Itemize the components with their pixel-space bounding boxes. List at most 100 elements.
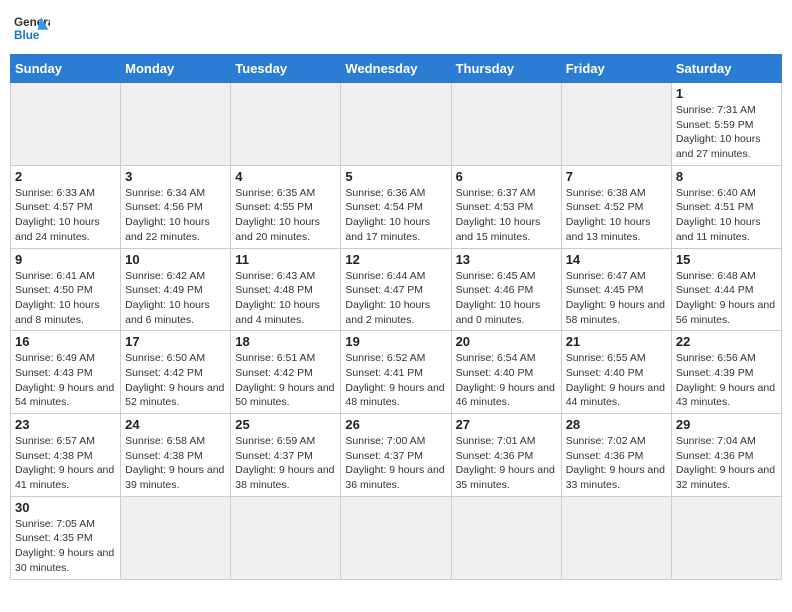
day-info: Sunrise: 7:05 AM Sunset: 4:35 PM Dayligh… <box>15 517 116 576</box>
calendar-day-cell: 5 Sunrise: 6:36 AM Sunset: 4:54 PM Daylig… <box>341 165 451 248</box>
day-info: Sunrise: 6:43 AM Sunset: 4:48 PM Dayligh… <box>235 269 336 328</box>
day-of-week-header: Saturday <box>671 55 781 83</box>
day-number: 16 <box>15 334 116 349</box>
calendar-day-cell: 11Sunrise: 6:43 AM Sunset: 4:48 PM Dayli… <box>231 248 341 331</box>
day-number: 7 <box>566 169 667 184</box>
logo: General Blue <box>14 10 50 46</box>
day-number: 2 <box>15 169 116 184</box>
calendar-week-row: 9 Sunrise: 6:41 AM Sunset: 4:50 PM Daylig… <box>11 248 782 331</box>
calendar-day-cell: 22Sunrise: 6:56 AM Sunset: 4:39 PM Dayli… <box>671 331 781 414</box>
calendar-day-cell: 26 Sunrise: 7:00 AM Sunset: 4:37 PM Dayli… <box>341 414 451 497</box>
day-info: Sunrise: 6:55 AM Sunset: 4:40 PM Dayligh… <box>566 351 667 410</box>
calendar-day-cell: 14 Sunrise: 6:47 AM Sunset: 4:45 PM Dayli… <box>561 248 671 331</box>
day-info: Sunrise: 7:04 AM Sunset: 4:36 PM Dayligh… <box>676 434 777 493</box>
day-of-week-header: Monday <box>121 55 231 83</box>
day-number: 3 <box>125 169 226 184</box>
day-info: Sunrise: 7:31 AM Sunset: 5:59 PM Dayligh… <box>676 103 777 162</box>
day-number: 21 <box>566 334 667 349</box>
day-info: Sunrise: 7:00 AM Sunset: 4:37 PM Dayligh… <box>345 434 446 493</box>
day-number: 18 <box>235 334 336 349</box>
day-number: 17 <box>125 334 226 349</box>
day-of-week-header: Tuesday <box>231 55 341 83</box>
calendar-day-cell: 20Sunrise: 6:54 AM Sunset: 4:40 PM Dayli… <box>451 331 561 414</box>
day-number: 1 <box>676 86 777 101</box>
day-number: 26 <box>345 417 446 432</box>
day-number: 30 <box>15 500 116 515</box>
calendar-day-cell: 30 Sunrise: 7:05 AM Sunset: 4:35 PM Dayli… <box>11 496 121 579</box>
calendar-day-cell: 12 Sunrise: 6:44 AM Sunset: 4:47 PM Dayli… <box>341 248 451 331</box>
calendar-day-cell <box>561 496 671 579</box>
day-info: Sunrise: 6:52 AM Sunset: 4:41 PM Dayligh… <box>345 351 446 410</box>
day-of-week-header: Wednesday <box>341 55 451 83</box>
day-info: Sunrise: 6:48 AM Sunset: 4:44 PM Dayligh… <box>676 269 777 328</box>
day-info: Sunrise: 6:40 AM Sunset: 4:51 PM Dayligh… <box>676 186 777 245</box>
day-number: 4 <box>235 169 336 184</box>
calendar-day-cell <box>121 83 231 166</box>
calendar-day-cell: 9 Sunrise: 6:41 AM Sunset: 4:50 PM Daylig… <box>11 248 121 331</box>
calendar-day-cell: 8 Sunrise: 6:40 AM Sunset: 4:51 PM Daylig… <box>671 165 781 248</box>
day-of-week-header: Friday <box>561 55 671 83</box>
calendar-day-cell: 19 Sunrise: 6:52 AM Sunset: 4:41 PM Dayli… <box>341 331 451 414</box>
day-number: 23 <box>15 417 116 432</box>
day-number: 5 <box>345 169 446 184</box>
day-info: Sunrise: 6:45 AM Sunset: 4:46 PM Dayligh… <box>456 269 557 328</box>
calendar-day-cell <box>231 496 341 579</box>
calendar-day-cell <box>121 496 231 579</box>
calendar-day-cell <box>671 496 781 579</box>
day-number: 9 <box>15 252 116 267</box>
calendar-day-cell: 6Sunrise: 6:37 AM Sunset: 4:53 PM Daylig… <box>451 165 561 248</box>
calendar-day-cell <box>341 496 451 579</box>
calendar-day-cell: 15 Sunrise: 6:48 AM Sunset: 4:44 PM Dayli… <box>671 248 781 331</box>
calendar-day-cell: 3 Sunrise: 6:34 AM Sunset: 4:56 PM Daylig… <box>121 165 231 248</box>
calendar-day-cell <box>451 83 561 166</box>
day-info: Sunrise: 6:59 AM Sunset: 4:37 PM Dayligh… <box>235 434 336 493</box>
calendar-day-cell <box>451 496 561 579</box>
day-info: Sunrise: 7:02 AM Sunset: 4:36 PM Dayligh… <box>566 434 667 493</box>
day-number: 22 <box>676 334 777 349</box>
day-info: Sunrise: 6:49 AM Sunset: 4:43 PM Dayligh… <box>15 351 116 410</box>
calendar-week-row: 30 Sunrise: 7:05 AM Sunset: 4:35 PM Dayli… <box>11 496 782 579</box>
svg-text:Blue: Blue <box>14 29 40 42</box>
day-number: 8 <box>676 169 777 184</box>
calendar-day-cell: 28Sunrise: 7:02 AM Sunset: 4:36 PM Dayli… <box>561 414 671 497</box>
day-info: Sunrise: 6:47 AM Sunset: 4:45 PM Dayligh… <box>566 269 667 328</box>
calendar-week-row: 23 Sunrise: 6:57 AM Sunset: 4:38 PM Dayli… <box>11 414 782 497</box>
day-info: Sunrise: 6:36 AM Sunset: 4:54 PM Dayligh… <box>345 186 446 245</box>
calendar-day-cell: 29 Sunrise: 7:04 AM Sunset: 4:36 PM Dayli… <box>671 414 781 497</box>
calendar-day-cell <box>341 83 451 166</box>
day-info: Sunrise: 6:51 AM Sunset: 4:42 PM Dayligh… <box>235 351 336 410</box>
calendar-day-cell: 16 Sunrise: 6:49 AM Sunset: 4:43 PM Dayli… <box>11 331 121 414</box>
calendar-day-cell: 13 Sunrise: 6:45 AM Sunset: 4:46 PM Dayli… <box>451 248 561 331</box>
calendar-day-cell: 1 Sunrise: 7:31 AM Sunset: 5:59 PM Daylig… <box>671 83 781 166</box>
day-of-week-header: Sunday <box>11 55 121 83</box>
day-number: 10 <box>125 252 226 267</box>
day-number: 14 <box>566 252 667 267</box>
day-info: Sunrise: 6:42 AM Sunset: 4:49 PM Dayligh… <box>125 269 226 328</box>
day-info: Sunrise: 6:34 AM Sunset: 4:56 PM Dayligh… <box>125 186 226 245</box>
calendar-day-cell: 2 Sunrise: 6:33 AM Sunset: 4:57 PM Daylig… <box>11 165 121 248</box>
day-number: 29 <box>676 417 777 432</box>
calendar-week-row: 16 Sunrise: 6:49 AM Sunset: 4:43 PM Dayli… <box>11 331 782 414</box>
calendar-day-cell: 24Sunrise: 6:58 AM Sunset: 4:38 PM Dayli… <box>121 414 231 497</box>
day-of-week-header: Thursday <box>451 55 561 83</box>
day-number: 27 <box>456 417 557 432</box>
day-info: Sunrise: 6:38 AM Sunset: 4:52 PM Dayligh… <box>566 186 667 245</box>
day-number: 24 <box>125 417 226 432</box>
day-info: Sunrise: 6:50 AM Sunset: 4:42 PM Dayligh… <box>125 351 226 410</box>
day-number: 13 <box>456 252 557 267</box>
day-info: Sunrise: 6:33 AM Sunset: 4:57 PM Dayligh… <box>15 186 116 245</box>
generalblue-logo-icon: General Blue <box>14 10 50 46</box>
calendar-day-cell: 21 Sunrise: 6:55 AM Sunset: 4:40 PM Dayli… <box>561 331 671 414</box>
day-info: Sunrise: 6:35 AM Sunset: 4:55 PM Dayligh… <box>235 186 336 245</box>
day-number: 15 <box>676 252 777 267</box>
calendar-day-cell <box>11 83 121 166</box>
day-number: 19 <box>345 334 446 349</box>
day-number: 12 <box>345 252 446 267</box>
day-info: Sunrise: 6:57 AM Sunset: 4:38 PM Dayligh… <box>15 434 116 493</box>
day-info: Sunrise: 6:44 AM Sunset: 4:47 PM Dayligh… <box>345 269 446 328</box>
header: General Blue <box>10 10 782 46</box>
calendar-week-row: 2 Sunrise: 6:33 AM Sunset: 4:57 PM Daylig… <box>11 165 782 248</box>
day-info: Sunrise: 7:01 AM Sunset: 4:36 PM Dayligh… <box>456 434 557 493</box>
day-info: Sunrise: 6:41 AM Sunset: 4:50 PM Dayligh… <box>15 269 116 328</box>
day-number: 25 <box>235 417 336 432</box>
